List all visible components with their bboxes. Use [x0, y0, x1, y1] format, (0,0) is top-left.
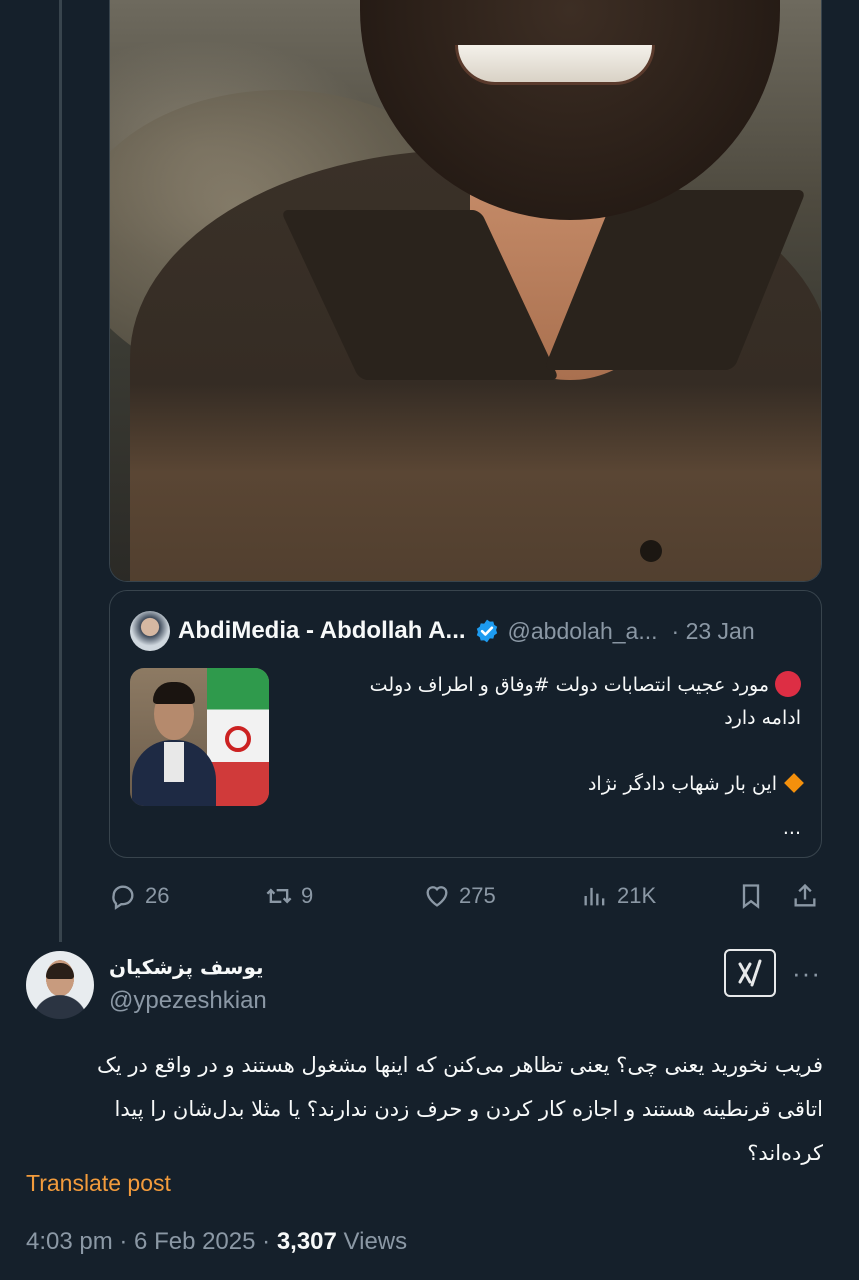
more-icon[interactable]: ··· — [792, 958, 821, 989]
post-meta: 4:03 pm · 6 Feb 2025 · 3,307 Views — [26, 1228, 407, 1256]
quoted-post-thumbnail[interactable] — [130, 668, 269, 806]
quoted-text-line-2: ادامه دارد — [724, 707, 801, 729]
reply-icon — [112, 885, 134, 910]
quoted-text-line-1: مورد عجیب انتصابات دولت #وفاق و اطراف دو… — [281, 669, 801, 702]
thread-line — [59, 0, 62, 942]
post-views-count: 3,307 — [276, 1228, 337, 1255]
bookmark-icon — [742, 884, 760, 909]
verified-icon — [476, 619, 497, 643]
avatar-hair — [46, 963, 74, 979]
post-action-bar: 26 9 275 21K — [109, 875, 822, 917]
reply-button[interactable]: 26 — [109, 875, 169, 917]
author-name[interactable]: یوسف پزشکیان — [109, 955, 264, 979]
quoted-post-header: AbdiMedia - Abdollah A... @abdolah_a... … — [130, 611, 801, 651]
thumbnail-person-hair — [153, 682, 195, 704]
quoted-author-avatar[interactable] — [130, 611, 170, 651]
quoted-post-text: مورد عجیب انتصابات دولت #وفاق و اطراف دو… — [281, 669, 804, 801]
share-button[interactable] — [791, 875, 819, 917]
post-text-line-2: اتاقی قرنطینه هستند و اجازه کار کردن و ح… — [114, 1097, 823, 1121]
post-text-line-1: فریب نخورید یعنی چی؟ یعنی تظاهر می‌کنن ک… — [97, 1053, 823, 1077]
repost-icon — [266, 888, 292, 904]
red-circle-icon — [775, 671, 801, 697]
bookmark-button[interactable] — [737, 875, 765, 917]
like-count: 275 — [459, 883, 496, 908]
post-text-line-3: کرده‌اند؟ — [747, 1141, 823, 1165]
photo-smile — [455, 45, 655, 85]
photo-shirt-button — [640, 540, 662, 562]
thumbnail-person-shirt — [164, 742, 184, 782]
quoted-post-date[interactable]: · 23 Jan — [672, 618, 755, 645]
views-icon — [584, 887, 605, 906]
repost-button[interactable]: 9 — [265, 875, 313, 917]
like-button[interactable]: 275 — [423, 875, 496, 917]
post-text: فریب نخورید یعنی چی؟ یعنی تظاهر می‌کنن ک… — [23, 1043, 823, 1175]
orange-diamond-icon — [784, 773, 804, 793]
reply-count: 26 — [145, 883, 170, 908]
quoted-text-line-3: این بار شهاب دادگر نژاد — [281, 768, 804, 801]
repost-count: 9 — [301, 883, 314, 908]
quoted-author-name[interactable]: AbdiMedia - Abdollah A... — [178, 617, 466, 645]
like-icon — [426, 886, 448, 907]
author-handle[interactable]: @ypezeshkian — [109, 987, 267, 1015]
quoted-post-more: ... — [782, 817, 801, 839]
quoted-author-handle[interactable]: @abdolah_a... — [508, 618, 658, 645]
views-count: 21K — [617, 883, 657, 908]
translate-post-link[interactable]: Translate post — [26, 1170, 171, 1197]
quoted-text-line-3-content: این بار شهاب دادگر نژاد — [587, 773, 777, 795]
post-media-image[interactable] — [109, 0, 822, 582]
flag-emblem — [225, 726, 251, 752]
grok-icon — [738, 959, 762, 987]
post-timestamp[interactable]: 4:03 pm · 6 Feb 2025 · — [26, 1228, 277, 1255]
post-views-label: Views — [336, 1228, 408, 1255]
author-avatar[interactable] — [26, 951, 94, 1019]
views-button[interactable]: 21K — [581, 875, 656, 917]
share-icon — [794, 883, 816, 907]
quoted-post[interactable]: AbdiMedia - Abdollah A... @abdolah_a... … — [109, 590, 822, 858]
grok-button[interactable] — [724, 949, 776, 997]
quoted-text-spacer — [281, 735, 801, 768]
quoted-text-line-1-content: مورد عجیب انتصابات دولت #وفاق و اطراف دو… — [369, 674, 769, 696]
